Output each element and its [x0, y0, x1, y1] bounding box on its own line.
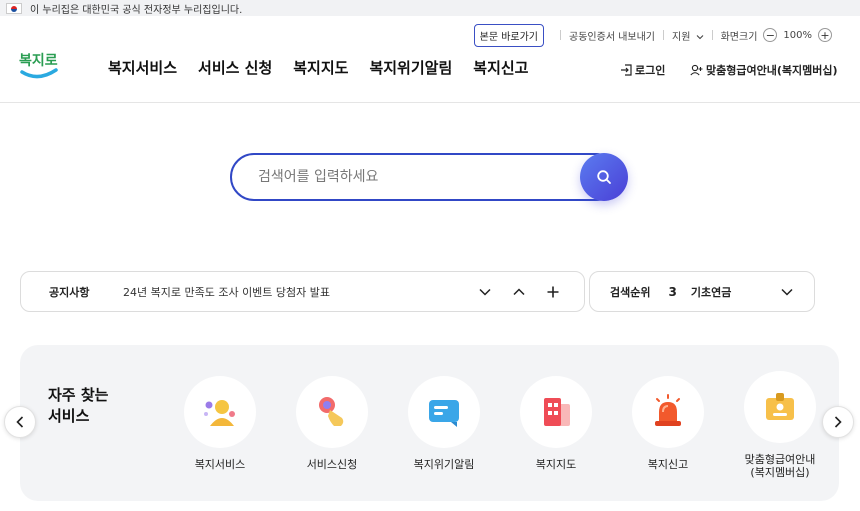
services-title-line2: 서비스: [48, 407, 90, 425]
service-label-line1: 맞춤형급여안내: [744, 453, 816, 466]
service-welfare-map[interactable]: 복지지도: [511, 376, 601, 471]
membership-link[interactable]: 맞춤형급여안내(복지멤버십): [690, 62, 838, 78]
service-label: 복지서비스: [194, 458, 246, 471]
service-membership[interactable]: 맞춤형급여안내 (복지멤버십): [735, 371, 825, 479]
skip-to-content-button[interactable]: 본문 바로가기: [473, 23, 545, 47]
chevron-down-icon: [479, 288, 491, 296]
nav-item-welfare-services[interactable]: 복지서비스: [108, 57, 177, 78]
search-input[interactable]: [230, 153, 620, 201]
service-label: 서비스신청: [306, 458, 358, 471]
font-size-label: 화면크기: [720, 31, 758, 43]
service-crisis-alert[interactable]: 복지위기알림: [399, 376, 489, 471]
divider: [663, 30, 664, 40]
service-icon-circle: [296, 376, 368, 448]
people-icon: [204, 400, 235, 426]
carousel-next-button[interactable]: [822, 406, 854, 438]
service-label: 복지지도: [535, 458, 577, 471]
id-card-icon: [766, 393, 794, 420]
login-link[interactable]: 로그인: [620, 62, 665, 78]
chevron-down-icon: [781, 288, 793, 296]
carousel-prev-button[interactable]: [4, 406, 36, 438]
service-icon-circle: [184, 376, 256, 448]
notice-prev-button[interactable]: [502, 277, 536, 307]
support-dropdown[interactable]: 지원: [672, 28, 704, 43]
siren-icon: [655, 394, 681, 426]
membership-label: 맞춤형급여안내(복지멤버십): [706, 64, 838, 77]
ranking-number: 3: [668, 284, 677, 299]
plus-icon: [547, 286, 559, 297]
service-welfare-services[interactable]: 복지서비스: [175, 376, 265, 471]
divider: [711, 30, 713, 40]
service-welfare-report[interactable]: 복지신고: [623, 376, 713, 471]
message-icon: [429, 400, 459, 427]
service-icon-circle: [632, 376, 704, 448]
notice-text[interactable]: 24년 복지로 만족도 조사 이벤트 당첨자 발표: [123, 284, 468, 300]
support-label: 지원: [672, 31, 691, 43]
service-icon-circle: [520, 376, 592, 448]
service-label: 복지신고: [647, 458, 689, 471]
gov-banner: 이 누리집은 대한민국 공식 전자정부 누리집입니다.: [0, 0, 860, 16]
service-icon-circle: [744, 371, 816, 443]
ranking-label: 검색순위: [610, 285, 651, 299]
nav-item-welfare-map[interactable]: 복지지도: [293, 57, 348, 78]
cert-export-link[interactable]: 공동인증서 내보내기: [569, 28, 655, 43]
divider: [560, 30, 562, 40]
login-icon: [621, 64, 632, 76]
user-plus-icon: [690, 64, 703, 76]
building-icon: [544, 398, 570, 426]
touch-icon: [319, 397, 344, 426]
login-label: 로그인: [635, 64, 666, 77]
ranking-expand-button[interactable]: [770, 277, 804, 307]
search-box: [230, 153, 628, 201]
notice-label: 공지사항: [49, 285, 90, 299]
gov-banner-text: 이 누리집은 대한민국 공식 전자정부 누리집입니다.: [30, 4, 243, 16]
service-label: 맞춤형급여안내 (복지멤버십): [735, 453, 825, 479]
logo[interactable]: 복지로: [18, 48, 62, 84]
utility-bar: 본문 바로가기 공동인증서 내보내기 지원 화면크기 − 100% +: [473, 23, 838, 47]
zoom-out-button[interactable]: −: [763, 28, 778, 42]
notice-more-button[interactable]: [536, 277, 570, 307]
korea-flag-icon: [6, 2, 22, 14]
chevron-up-icon: [513, 287, 525, 295]
services-title-line1: 자주 찾는: [48, 386, 109, 404]
nav-item-crisis-alert[interactable]: 복지위기알림: [369, 57, 452, 78]
zoom-in-button[interactable]: +: [818, 28, 832, 42]
notice-bar: 공지사항 24년 복지로 만족도 조사 이벤트 당첨자 발표: [20, 271, 585, 312]
services-title: 자주 찾는 서비스: [48, 385, 108, 427]
ranking-term[interactable]: 기초연금: [691, 284, 770, 300]
logo-mark-icon: 복지로: [19, 53, 58, 79]
frequent-services-panel: 자주 찾는 서비스 복지서비스 서비스신청 복지위기알림 복지지도 복지신고 맞…: [20, 345, 839, 501]
service-apply[interactable]: 서비스신청: [287, 376, 377, 471]
notice-next-button[interactable]: [468, 277, 502, 307]
chevron-right-icon: [834, 416, 842, 428]
zoom-value: 100%: [783, 29, 812, 41]
nav-item-welfare-report[interactable]: 복지신고: [473, 57, 528, 78]
service-label: 복지위기알림: [413, 458, 475, 471]
service-label-line2: (복지멤버십): [750, 466, 810, 479]
service-icon-circle: [408, 376, 480, 448]
logo-text: 복지로: [19, 53, 58, 69]
search-button[interactable]: [580, 153, 628, 201]
chevron-left-icon: [16, 416, 24, 428]
search-icon: [597, 170, 611, 184]
main-nav: 복지서비스 서비스 신청 복지지도 복지위기알림 복지신고: [108, 57, 528, 78]
search-ranking: 검색순위 3 기초연금: [589, 271, 815, 312]
nav-item-service-apply[interactable]: 서비스 신청: [198, 57, 272, 78]
chevron-down-icon: [696, 34, 703, 39]
